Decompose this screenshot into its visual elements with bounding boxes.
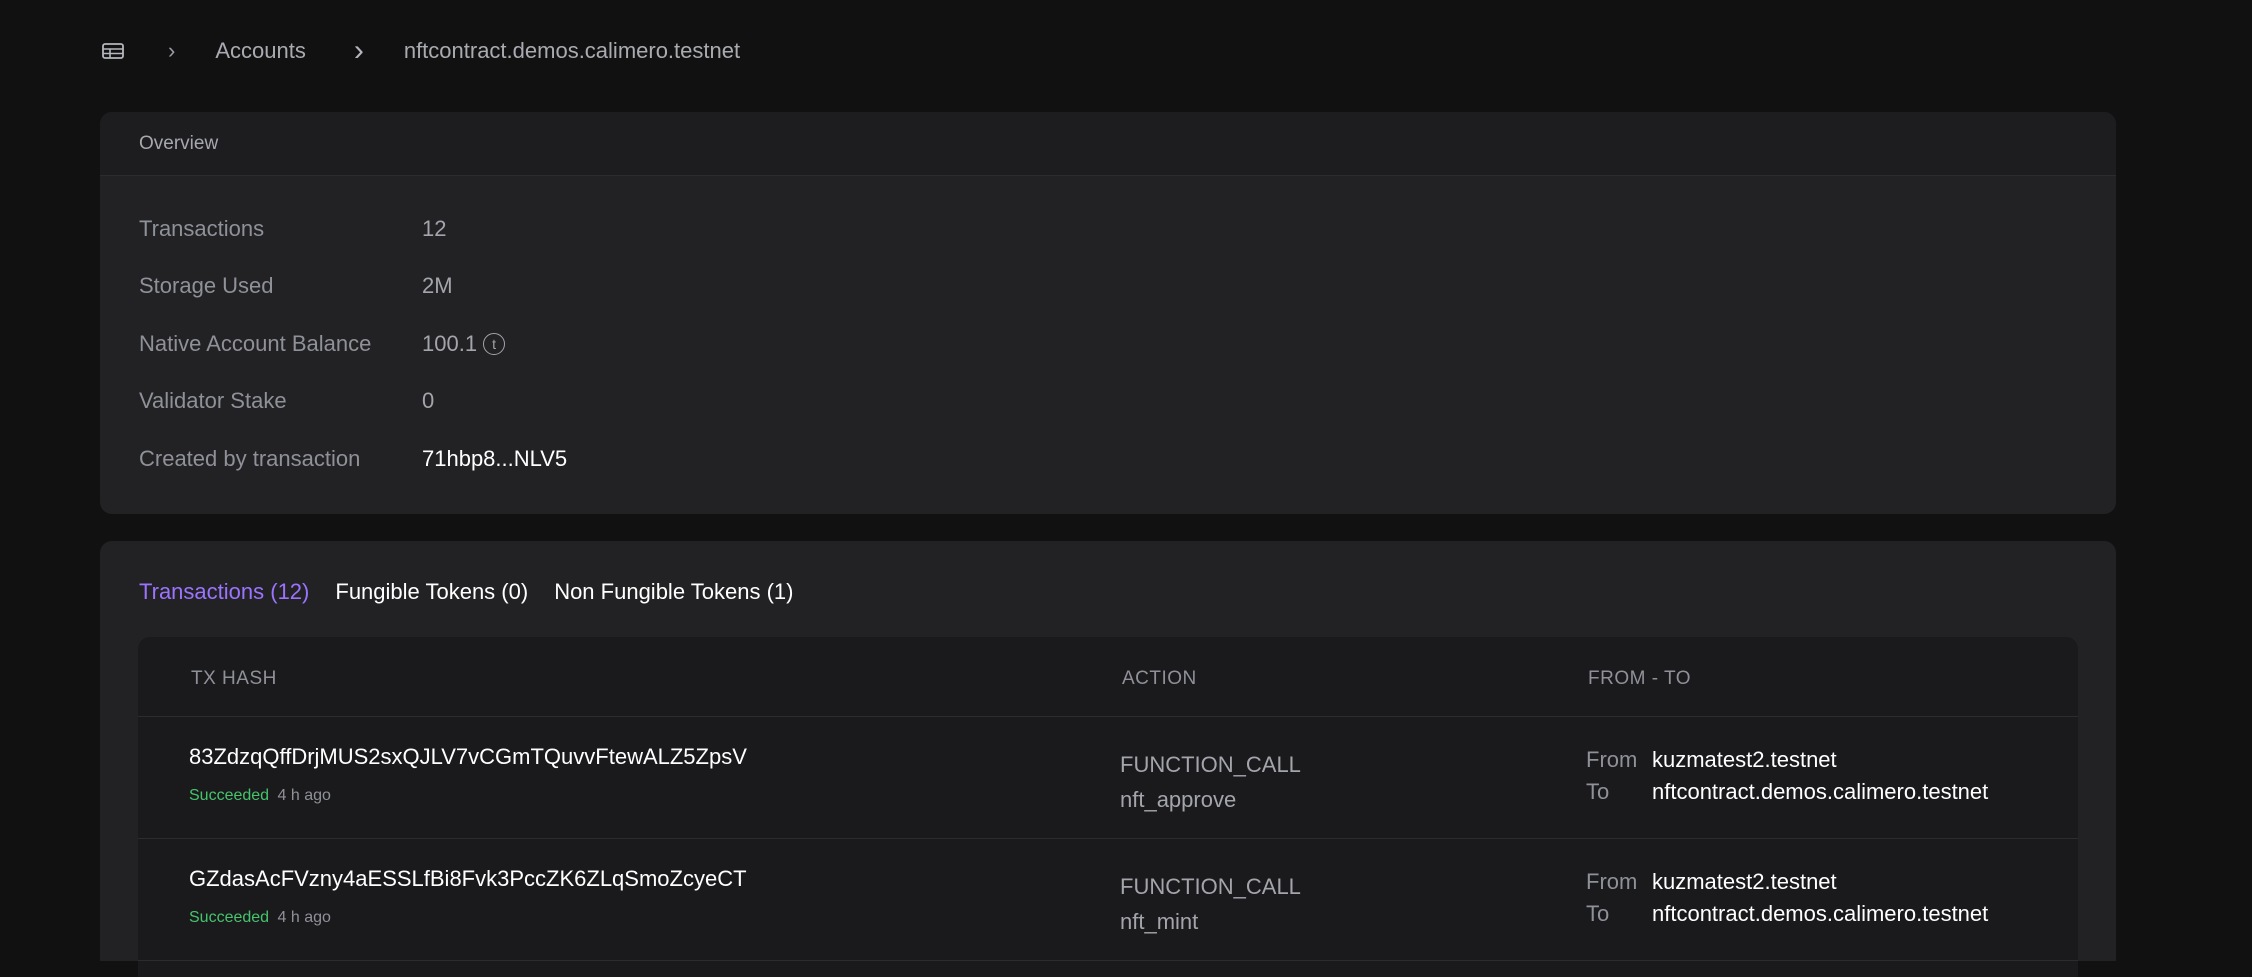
overview-row-created-by: Created by transaction 71hbp8...NLV5 (100, 430, 2116, 488)
overview-card: Overview Transactions 12 Storage Used 2M… (100, 112, 2116, 514)
overview-label: Validator Stake (139, 388, 287, 414)
column-header-tx-hash: TX HASH (191, 668, 277, 689)
activity-tabs: Transactions (12) Fungible Tokens (0) No… (139, 579, 793, 605)
overview-rows: Transactions 12 Storage Used 2M Native A… (100, 176, 2116, 488)
overview-row-storage: Storage Used 2M (100, 258, 2116, 316)
overview-row-transactions: Transactions 12 (100, 200, 2116, 258)
action-method: nft_mint (1120, 909, 1199, 934)
tab-fungible-tokens[interactable]: Fungible Tokens (0) (335, 579, 528, 605)
to-account-link[interactable]: nftcontract.demos.calimero.testnet (1652, 898, 1988, 930)
to-label: To (1586, 779, 1610, 804)
column-header-action: ACTION (1122, 668, 1197, 689)
breadcrumb-accounts[interactable]: Accounts (215, 38, 306, 64)
action-type: FUNCTION_CALL (1120, 874, 1301, 899)
table-icon[interactable] (100, 40, 126, 62)
tx-from-to: From kuzmatest2.testnet To nftcontract.d… (1586, 866, 1988, 930)
balance-amount: 100.1 (422, 330, 478, 356)
tx-hash-link[interactable]: GZdasAcFVzny4aESSLfBi8Fvk3PccZK6ZLqSmoZc… (189, 866, 747, 892)
to-account-link[interactable]: nftcontract.demos.calimero.testnet (1652, 776, 1988, 808)
overview-row-stake: Validator Stake 0 (100, 373, 2116, 431)
near-token-icon: t (483, 332, 506, 355)
from-account-link[interactable]: kuzmatest2.testnet (1652, 744, 1837, 776)
overview-title: Overview (100, 112, 2116, 176)
overview-value: 12 (422, 215, 447, 241)
tx-time: 4 h ago (277, 787, 331, 804)
tx-action: FUNCTION_CALL nft_mint (1120, 869, 1301, 939)
tx-hash-link[interactable]: 83ZdzqQffDrjMUS2sxQJLV7vCGmTQuvvFtewALZ5… (189, 744, 747, 770)
action-type: FUNCTION_CALL (1120, 752, 1301, 777)
activity-panel: Transactions (12) Fungible Tokens (0) No… (100, 541, 2116, 977)
table-row[interactable]: 83ZdzqQffDrjMUS2sxQJLV7vCGmTQuvvFtewALZ5… (138, 717, 2078, 839)
tx-action: FUNCTION_CALL nft_approve (1120, 747, 1301, 817)
tx-status: Succeeded 4 h ago (189, 787, 331, 805)
table-row[interactable]: GZdasAcFVzny4aESSLfBi8Fvk3PccZK6ZLqSmoZc… (138, 839, 2078, 961)
overview-row-balance: Native Account Balance 100.1 t (100, 315, 2116, 373)
transactions-table: TX HASH ACTION FROM - TO 83ZdzqQffDrjMUS… (138, 637, 2078, 977)
from-label: From (1586, 747, 1638, 772)
overview-label: Transactions (139, 215, 265, 241)
from-label: From (1586, 869, 1638, 894)
column-header-from-to: FROM - TO (1588, 668, 1692, 689)
overview-value-balance: 100.1 t (422, 330, 506, 357)
overview-value: 0 (422, 388, 435, 414)
overview-value: 2M (422, 273, 453, 299)
overview-label: Created by transaction (139, 445, 361, 471)
status-badge: Succeeded (189, 787, 270, 804)
chevron-right-icon: › (168, 38, 176, 63)
tx-status: Succeeded 4 h ago (189, 909, 331, 927)
to-label: To (1586, 901, 1610, 926)
tx-from-to: From kuzmatest2.testnet To nftcontract.d… (1586, 744, 1988, 808)
table-header: TX HASH ACTION FROM - TO (138, 637, 2078, 717)
created-by-transaction-link[interactable]: 71hbp8...NLV5 (422, 446, 567, 472)
breadcrumb: › Accounts › nftcontract.demos.calimero.… (100, 34, 741, 67)
breadcrumb-current-account: nftcontract.demos.calimero.testnet (403, 38, 741, 63)
tab-non-fungible-tokens[interactable]: Non Fungible Tokens (1) (554, 579, 793, 605)
overview-label: Storage Used (139, 273, 274, 299)
tab-transactions[interactable]: Transactions (12) (139, 579, 309, 605)
overview-label: Native Account Balance (139, 330, 372, 356)
from-account-link[interactable]: kuzmatest2.testnet (1652, 866, 1837, 898)
action-method: nft_approve (1120, 787, 1237, 812)
chevron-right-icon: › (353, 34, 364, 67)
